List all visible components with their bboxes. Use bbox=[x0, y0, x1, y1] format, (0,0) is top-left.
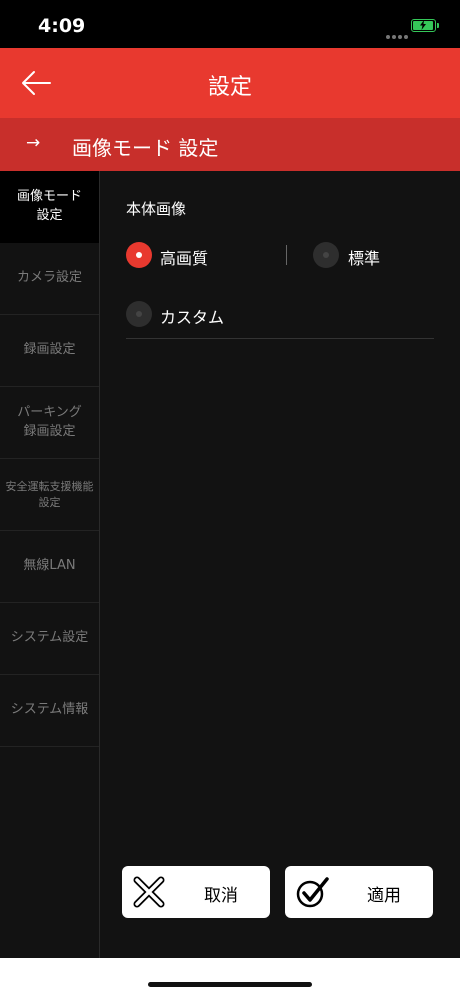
sidebar-item-system-settings[interactable]: システム設定 bbox=[0, 603, 99, 675]
sidebar-item-safety-assist[interactable]: 安全運転支援機能 設定 bbox=[0, 459, 99, 531]
battery-tip bbox=[437, 23, 439, 28]
option-separator bbox=[286, 245, 287, 265]
check-circle-icon bbox=[296, 877, 329, 908]
page-title: 設定 bbox=[207, 75, 252, 100]
sidebar-item-recording[interactable]: 録画設定 bbox=[0, 315, 99, 387]
section-title: 画像モード 設定 bbox=[72, 136, 219, 160]
battery-icon bbox=[411, 19, 436, 32]
home-bar-area bbox=[0, 958, 460, 996]
apply-label: 適用 bbox=[367, 886, 401, 906]
section-divider bbox=[126, 338, 434, 339]
sidebar: 画像モード 設定 カメラ設定 録画設定 パーキング 録画設定 安全運転支援機能 … bbox=[0, 171, 99, 958]
apply-button[interactable]: 適用 bbox=[285, 866, 433, 918]
radio-high-quality[interactable] bbox=[126, 242, 152, 268]
arrow-right-icon: → bbox=[26, 133, 41, 153]
cancel-label: 取消 bbox=[204, 886, 238, 906]
home-indicator[interactable] bbox=[148, 982, 312, 987]
status-bar: 4:09 bbox=[0, 0, 460, 48]
radio-custom[interactable] bbox=[126, 301, 152, 327]
sidebar-item-camera[interactable]: カメラ設定 bbox=[0, 243, 99, 315]
sidebar-item-system-info[interactable]: システム情報 bbox=[0, 675, 99, 747]
sidebar-item-image-mode[interactable]: 画像モード 設定 bbox=[0, 171, 99, 243]
status-time: 4:09 bbox=[38, 15, 86, 37]
sidebar-item-parking-recording[interactable]: パーキング 録画設定 bbox=[0, 387, 99, 459]
signal-dots-icon bbox=[386, 24, 410, 43]
radio-label-high-quality[interactable]: 高画質 bbox=[160, 245, 208, 269]
section-header: → 画像モード 設定 bbox=[0, 118, 460, 171]
close-icon bbox=[133, 876, 165, 908]
radio-label-standard[interactable]: 標準 bbox=[348, 245, 380, 269]
main-panel: 本体画像 高画質 標準 カスタム 取消 適用 bbox=[100, 171, 460, 958]
radio-standard[interactable] bbox=[313, 242, 339, 268]
app-header: 設定 bbox=[0, 48, 460, 118]
radio-label-custom[interactable]: カスタム bbox=[160, 304, 224, 328]
cancel-button[interactable]: 取消 bbox=[122, 866, 270, 918]
body-image-title: 本体画像 bbox=[126, 200, 187, 218]
sidebar-item-wireless-lan[interactable]: 無線LAN bbox=[0, 531, 99, 603]
